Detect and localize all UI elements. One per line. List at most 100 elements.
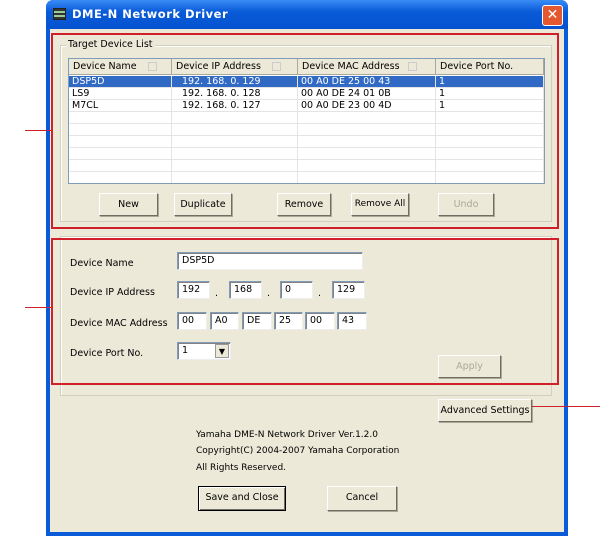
cell-ip: 192. 168. 0. 127 <box>172 100 298 112</box>
mac-byte-2-input[interactable]: A0 <box>210 312 239 330</box>
header-label: Device Port No. <box>440 61 514 72</box>
table-row[interactable] <box>69 112 544 124</box>
ip-octet-1-input[interactable]: 192 <box>177 281 210 299</box>
header-label: Device MAC Address <box>302 61 400 72</box>
column-header-name[interactable]: Device Name <box>69 59 172 75</box>
table-row[interactable] <box>69 172 544 183</box>
copyright-text: Copyright(C) 2004-2007 Yamaha Corporatio… <box>196 446 400 456</box>
cell-mac <box>298 172 436 183</box>
remove-all-button[interactable]: Remove All <box>351 193 409 216</box>
cell-mac <box>298 124 436 136</box>
table-row[interactable]: DSP5D 192. 168. 0. 129 00 A0 DE 25 00 43 1 <box>69 76 544 88</box>
rights-text: All Rights Reserved. <box>196 463 287 473</box>
cell-ip <box>172 136 298 148</box>
mac-byte-1-input[interactable]: 00 <box>177 312 207 330</box>
cell-mac <box>298 148 436 160</box>
header-label: Device IP Address <box>176 61 261 72</box>
close-icon: ✕ <box>546 7 559 23</box>
cell-name <box>69 112 172 124</box>
cell-mac: 00 A0 DE 25 00 43 <box>298 76 436 88</box>
button-label: Undo <box>453 199 479 210</box>
apply-button[interactable]: Apply <box>438 355 501 378</box>
mac-byte-3-input[interactable]: DE <box>242 312 272 330</box>
header-label: Device Name <box>73 61 137 72</box>
port-value: 1 <box>182 345 189 356</box>
button-label: Remove All <box>354 199 406 209</box>
device-name-label: Device Name <box>70 258 134 269</box>
ip-address-label: Device IP Address <box>70 287 155 298</box>
cell-port <box>436 136 544 148</box>
cell-port <box>436 172 544 183</box>
button-label: Duplicate <box>180 199 226 210</box>
cell-name <box>69 124 172 136</box>
mac-byte-6-input[interactable]: 43 <box>337 312 367 330</box>
mac-address-label: Device MAC Address <box>70 318 168 329</box>
cell-mac <box>298 160 436 172</box>
cell-ip: 192. 168. 0. 129 <box>172 76 298 88</box>
cell-mac <box>298 112 436 124</box>
cell-mac <box>298 136 436 148</box>
cell-name <box>69 148 172 160</box>
cell-port: 1 <box>436 76 544 88</box>
cell-mac: 00 A0 DE 24 01 0B <box>298 88 436 100</box>
close-button[interactable]: ✕ <box>542 5 563 26</box>
button-label: Advanced Settings <box>440 405 530 416</box>
cell-ip <box>172 112 298 124</box>
sort-checkbox[interactable] <box>408 62 417 71</box>
cell-ip <box>172 148 298 160</box>
mac-byte-5-input[interactable]: 00 <box>305 312 335 330</box>
chevron-down-icon[interactable]: ▼ <box>215 344 229 358</box>
app-icon <box>53 8 66 20</box>
ip-octet-4-input[interactable]: 129 <box>332 281 365 299</box>
button-label: New <box>118 199 139 210</box>
duplicate-button[interactable]: Duplicate <box>174 193 232 216</box>
cell-port <box>436 160 544 172</box>
table-row[interactable] <box>69 136 544 148</box>
advanced-settings-button[interactable]: Advanced Settings <box>438 399 532 422</box>
cell-name: DSP5D <box>69 76 172 88</box>
cancel-button[interactable]: Cancel <box>327 486 397 511</box>
cell-port <box>436 124 544 136</box>
button-label: Remove <box>284 199 324 210</box>
cell-ip <box>172 172 298 183</box>
cell-name <box>69 136 172 148</box>
cell-ip <box>172 160 298 172</box>
cell-name <box>69 172 172 183</box>
ip-octet-2-input[interactable]: 168 <box>229 281 262 299</box>
cell-mac: 00 A0 DE 23 00 4D <box>298 100 436 112</box>
cell-name: M7CL <box>69 100 172 112</box>
cell-ip: 192. 168. 0. 128 <box>172 88 298 100</box>
cell-ip <box>172 124 298 136</box>
callout-line-editor <box>25 307 51 308</box>
version-text: Yamaha DME-N Network Driver Ver.1.2.0 <box>196 430 378 440</box>
cell-port: 1 <box>436 88 544 100</box>
table-row[interactable] <box>69 124 544 136</box>
window-title: DME-N Network Driver <box>72 7 229 21</box>
new-button[interactable]: New <box>99 193 158 216</box>
button-label: Cancel <box>345 492 379 503</box>
ip-octet-3-input[interactable]: 0 <box>280 281 313 299</box>
table-row[interactable] <box>69 148 544 160</box>
button-label: Save and Close <box>205 492 279 503</box>
port-select[interactable]: 1 ▼ <box>177 342 231 360</box>
device-list[interactable]: Device Name Device IP Address Device MAC… <box>68 58 545 184</box>
cell-port <box>436 112 544 124</box>
table-row[interactable] <box>69 160 544 172</box>
cell-name <box>69 160 172 172</box>
remove-button[interactable]: Remove <box>277 193 331 216</box>
port-label: Device Port No. <box>70 348 144 359</box>
column-header-mac[interactable]: Device MAC Address <box>298 59 436 75</box>
table-row[interactable]: LS9 192. 168. 0. 128 00 A0 DE 24 01 0B 1 <box>69 88 544 100</box>
cell-port: 1 <box>436 100 544 112</box>
column-header-port[interactable]: Device Port No. <box>436 59 544 75</box>
sort-checkbox[interactable] <box>272 62 281 71</box>
column-header-ip[interactable]: Device IP Address <box>172 59 298 75</box>
group-label: Target Device List <box>66 39 155 50</box>
sort-checkbox[interactable] <box>148 62 157 71</box>
table-row[interactable]: M7CL 192. 168. 0. 127 00 A0 DE 23 00 4D 1 <box>69 100 544 112</box>
undo-button[interactable]: Undo <box>438 193 494 216</box>
save-and-close-button[interactable]: Save and Close <box>198 486 286 511</box>
mac-byte-4-input[interactable]: 25 <box>274 312 303 330</box>
device-name-input[interactable]: DSP5D <box>177 252 363 270</box>
callout-line-advanced <box>532 406 600 407</box>
